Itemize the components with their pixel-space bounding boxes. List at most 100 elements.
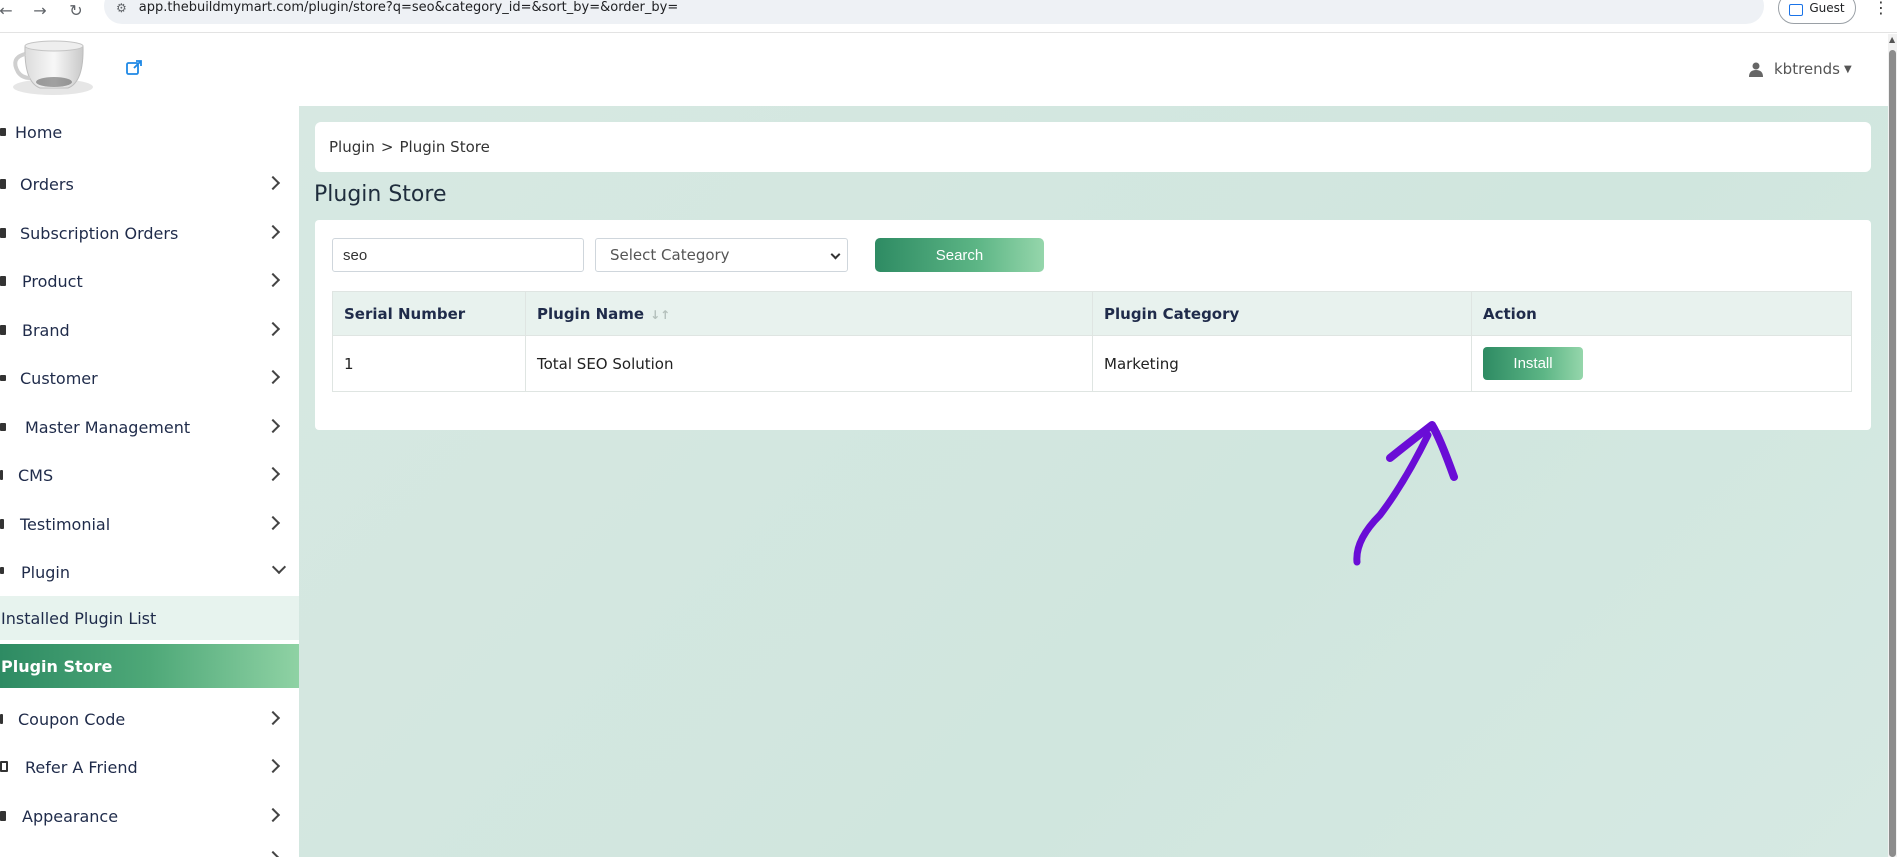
user-menu[interactable]: kbtrends ▼ bbox=[1748, 58, 1852, 80]
profile-label: Guest bbox=[1809, 1, 1845, 15]
chevron-right-icon bbox=[265, 758, 281, 774]
sidebar-item-orders[interactable]: Orders bbox=[0, 160, 299, 208]
sidebar-item-brand[interactable]: Brand bbox=[0, 306, 299, 354]
table-header-row: Serial Number Plugin Name ↓↑ Plugin Categ… bbox=[332, 291, 1852, 336]
sidebar-item-label: Customer bbox=[20, 368, 98, 388]
chevron-right-icon bbox=[265, 369, 281, 385]
sidebar-subitem-label: Plugin Store bbox=[1, 656, 113, 676]
customer-icon bbox=[0, 375, 6, 381]
reload-icon[interactable]: ↻ bbox=[66, 0, 86, 20]
column-header-label: Plugin Name bbox=[537, 304, 645, 323]
sort-icon[interactable]: ↓↑ bbox=[650, 308, 670, 322]
chevron-right-icon bbox=[265, 710, 281, 726]
table-row: 1 Total SEO Solution Marketing Install bbox=[332, 335, 1852, 392]
breadcrumb-parent[interactable]: Plugin bbox=[329, 138, 375, 156]
sidebar-subitem-installed-plugin-list[interactable]: Installed Plugin List bbox=[0, 596, 299, 640]
sidebar-item-more[interactable] bbox=[0, 840, 299, 857]
home-icon bbox=[0, 128, 6, 136]
chevron-right-icon bbox=[265, 175, 281, 191]
sidebar-item-label: CMS bbox=[18, 465, 54, 485]
gear-icon bbox=[0, 423, 6, 431]
address-bar[interactable]: ⚙ app.thebuildmymart.com/plugin/store?q=… bbox=[104, 0, 1764, 24]
profile-button[interactable]: Guest bbox=[1778, 0, 1856, 24]
forward-icon[interactable]: → bbox=[30, 0, 50, 20]
orders-icon bbox=[0, 179, 6, 189]
product-icon bbox=[0, 276, 6, 286]
sidebar-item-label: Product bbox=[22, 271, 83, 291]
sidebar-subitem-plugin-store[interactable]: Plugin Store bbox=[0, 644, 299, 688]
scroll-up-icon[interactable]: ▲ bbox=[1889, 35, 1895, 44]
sidebar-item-label: Subscription Orders bbox=[20, 223, 179, 243]
refer-icon bbox=[0, 761, 8, 772]
cell-plugin-category: Marketing bbox=[1092, 335, 1472, 392]
site-settings-icon[interactable]: ⚙ bbox=[116, 1, 127, 15]
external-link-icon[interactable] bbox=[125, 59, 143, 77]
plugin-table: Serial Number Plugin Name ↓↑ Plugin Categ… bbox=[332, 291, 1852, 392]
sidebar-item-label: Home bbox=[15, 122, 63, 142]
sidebar-item-label: Refer A Friend bbox=[25, 757, 138, 777]
chevron-right-icon bbox=[265, 466, 281, 482]
username-label: kbtrends bbox=[1774, 60, 1840, 78]
chevron-right-icon bbox=[265, 224, 281, 240]
coupon-icon bbox=[0, 714, 3, 724]
profile-icon bbox=[1789, 4, 1804, 16]
category-select-value: Select Category bbox=[610, 246, 730, 264]
chevron-right-icon bbox=[265, 807, 281, 823]
back-icon[interactable]: ← bbox=[0, 0, 16, 20]
plugin-icon bbox=[0, 567, 4, 574]
column-header-plugin-name[interactable]: Plugin Name ↓↑ bbox=[525, 291, 1093, 336]
sidebar-item-testimonial[interactable]: Testimonial bbox=[0, 500, 299, 548]
sidebar-item-label: Plugin bbox=[21, 562, 70, 582]
cms-icon bbox=[0, 470, 3, 480]
cell-action: Install bbox=[1471, 335, 1852, 392]
sidebar-item-coupon-code[interactable]: Coupon Code bbox=[0, 695, 299, 743]
chevron-right-icon bbox=[265, 515, 281, 531]
sidebar-item-appearance[interactable]: Appearance bbox=[0, 792, 299, 840]
sidebar-item-subscription-orders[interactable]: Subscription Orders bbox=[0, 209, 299, 257]
chevron-down-icon bbox=[271, 559, 287, 575]
browser-toolbar: ← → ↻ ⚙ app.thebuildmymart.com/plugin/st… bbox=[0, 0, 1897, 33]
breadcrumb: Plugin > Plugin Store bbox=[315, 122, 1871, 172]
sidebar-item-label: Brand bbox=[22, 320, 70, 340]
sidebar-item-label: Master Management bbox=[25, 417, 191, 437]
app-header bbox=[0, 34, 1888, 106]
browser-menu-icon[interactable]: ⋮ bbox=[1873, 0, 1889, 17]
main-content: Plugin > Plugin Store Plugin Store Selec… bbox=[299, 106, 1888, 857]
sidebar-item-refer-a-friend[interactable]: Refer A Friend bbox=[0, 743, 299, 791]
breadcrumb-separator: > bbox=[380, 138, 394, 156]
chevron-right-icon bbox=[265, 272, 281, 288]
sidebar-item-customer[interactable]: Customer bbox=[0, 354, 299, 402]
testimonial-icon bbox=[0, 519, 4, 529]
subscription-icon bbox=[0, 228, 6, 238]
cell-plugin-name: Total SEO Solution bbox=[525, 335, 1093, 392]
sidebar-item-product[interactable]: Product bbox=[0, 257, 299, 305]
sidebar-item-label: Testimonial bbox=[20, 514, 111, 534]
logo bbox=[13, 40, 93, 95]
sidebar-item-label: Coupon Code bbox=[18, 709, 126, 729]
column-header-action: Action bbox=[1471, 291, 1852, 336]
chevron-down-icon bbox=[830, 249, 841, 260]
user-icon bbox=[1749, 62, 1763, 77]
install-button[interactable]: Install bbox=[1483, 347, 1583, 380]
sidebar-item-home[interactable]: Home bbox=[0, 108, 299, 156]
column-header-plugin-category: Plugin Category bbox=[1092, 291, 1472, 336]
brand-icon bbox=[0, 325, 6, 335]
sidebar: Home Orders Subscription Orders Product … bbox=[0, 106, 299, 857]
category-select[interactable]: Select Category bbox=[595, 238, 848, 272]
search-input[interactable] bbox=[332, 238, 584, 272]
column-header-serial: Serial Number bbox=[332, 291, 526, 336]
scrollbar-thumb[interactable] bbox=[1889, 50, 1896, 857]
sidebar-item-label: Orders bbox=[20, 174, 74, 194]
caret-down-icon: ▼ bbox=[1844, 63, 1852, 75]
sidebar-item-cms[interactable]: CMS bbox=[0, 451, 299, 499]
chevron-right-icon bbox=[265, 850, 281, 857]
breadcrumb-current: Plugin Store bbox=[399, 138, 490, 156]
sidebar-item-label: Appearance bbox=[22, 806, 119, 826]
cell-serial: 1 bbox=[332, 335, 526, 392]
chevron-right-icon bbox=[265, 418, 281, 434]
sidebar-item-master-management[interactable]: Master Management bbox=[0, 403, 299, 451]
sidebar-subitem-label: Installed Plugin List bbox=[1, 608, 157, 628]
sidebar-item-plugin[interactable]: Plugin bbox=[0, 548, 299, 596]
chevron-right-icon bbox=[265, 321, 281, 337]
search-button[interactable]: Search bbox=[875, 238, 1044, 272]
